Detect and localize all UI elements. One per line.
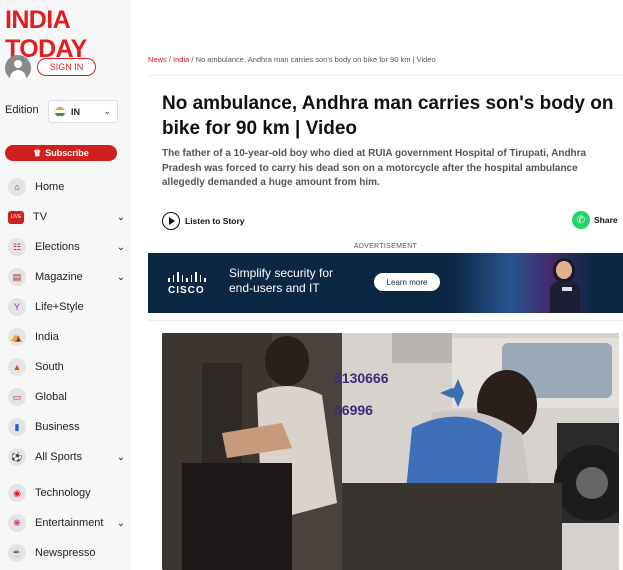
breadcrumb-current: No ambulance, Andhra man carries son's b… <box>195 55 436 64</box>
sidebar-item-tv[interactable]: LIVE TV ⌄ <box>8 207 126 227</box>
chevron-down-icon[interactable]: ⌄ <box>116 452 126 463</box>
sidebar-item-global[interactable]: ▭ Global <box>8 387 126 407</box>
sidebar-item-business[interactable]: ▮ Business <box>8 417 126 437</box>
listen-label: Listen to Story <box>185 216 245 226</box>
van-text-2: 06996 <box>334 402 373 418</box>
live-tv-icon: LIVE <box>8 210 24 224</box>
video-frame: 5130666 06996 CE <box>162 333 619 570</box>
breadcrumb: News / India / No ambulance, Andhra man … <box>148 55 436 64</box>
van-text-1: 5130666 <box>334 370 389 386</box>
breadcrumb-news[interactable]: News <box>148 55 167 64</box>
sidebar-item-newspresso[interactable]: ☕ Newspresso <box>8 543 126 563</box>
edition-label: Edition <box>5 104 39 116</box>
sign-in-button[interactable]: SIGN IN <box>37 58 96 76</box>
learn-more-button[interactable]: Learn more <box>374 273 440 291</box>
sidebar-item-entertainment[interactable]: ❋ Entertainment ⌄ <box>8 513 126 533</box>
edition-select[interactable]: IN ⌄ <box>48 100 118 123</box>
coffee-cup-icon: ☕ <box>8 544 26 562</box>
breadcrumb-separator: / <box>168 55 171 64</box>
whatsapp-icon: ✆ <box>572 211 590 229</box>
temple-icon: ⛺ <box>8 328 26 346</box>
chevron-down-icon[interactable]: ⌄ <box>116 272 126 283</box>
chevron-down-icon[interactable]: ⌄ <box>116 518 126 529</box>
elections-icon: ☷ <box>8 238 26 256</box>
ad-text: Simplify security for end-users and IT <box>229 266 334 295</box>
sidebar-item-lifestyle[interactable]: Y Life+Style <box>8 297 126 317</box>
sidebar-item-label: Business <box>35 421 80 433</box>
india-today-logo[interactable]: INDIA TODAY <box>5 6 131 64</box>
subscribe-button[interactable]: ♛ Subscribe <box>5 145 117 161</box>
share-button[interactable]: ✆ Share <box>572 211 618 229</box>
advertisement-label: ADVERTISEMENT <box>353 243 418 250</box>
sidebar-item-label: India <box>35 331 59 343</box>
play-icon <box>162 212 180 230</box>
edition-value: IN <box>71 106 80 117</box>
advertisement-banner[interactable]: CISCO Simplify security for end-users an… <box>148 253 623 313</box>
video-player[interactable]: 5130666 06996 CE <box>162 333 619 570</box>
breadcrumb-india[interactable]: India <box>173 55 189 64</box>
sidebar-item-technology[interactable]: ◉ Technology <box>8 483 126 503</box>
sidebar-item-label: Technology <box>35 487 91 499</box>
chevron-down-icon[interactable]: ⌄ <box>116 212 126 223</box>
divider <box>148 320 623 321</box>
magazine-icon: ▤ <box>8 268 26 286</box>
sidebar-item-india[interactable]: ⛺ India <box>8 327 126 347</box>
global-icon: ▭ <box>8 388 26 406</box>
sidebar-item-label: TV <box>33 211 48 223</box>
sidebar-item-label: All Sports <box>35 451 83 463</box>
ad-person-image <box>548 255 582 313</box>
sidebar-item-label: South <box>35 361 64 373</box>
chevron-down-icon: ⌄ <box>103 106 111 116</box>
sidebar-item-magazine[interactable]: ▤ Magazine ⌄ <box>8 267 126 287</box>
divider <box>148 75 623 76</box>
entertainment-icon: ❋ <box>8 514 26 532</box>
cisco-logo-icon <box>168 272 206 282</box>
sidebar-item-elections[interactable]: ☷ Elections ⌄ <box>8 237 126 257</box>
listen-to-story-button[interactable]: Listen to Story <box>162 212 245 230</box>
subscribe-label: Subscribe <box>45 148 89 158</box>
sports-icon: ⚽ <box>8 448 26 466</box>
sidebar-item-label: Elections <box>35 241 80 253</box>
article-summary: The father of a 10-year-old boy who died… <box>162 148 587 188</box>
share-label: Share <box>594 215 618 225</box>
cisco-logo: CISCO <box>168 285 205 296</box>
south-icon: ▲ <box>8 358 26 376</box>
technology-icon: ◉ <box>8 484 26 502</box>
business-chart-icon: ▮ <box>8 418 26 436</box>
article-headline: No ambulance, Andhra man carries son's b… <box>162 93 614 139</box>
cocktail-icon: Y <box>8 298 26 316</box>
sidebar-item-label: Home <box>35 181 65 193</box>
user-icon[interactable] <box>5 55 31 81</box>
sidebar-item-home[interactable]: ⌂ Home <box>8 177 126 197</box>
sidebar-item-label: Entertainment <box>35 517 104 529</box>
sidebar-item-label: Newspresso <box>35 547 96 559</box>
sidebar-item-south[interactable]: ▲ South <box>8 357 126 377</box>
india-flag-icon <box>54 105 66 118</box>
home-icon: ⌂ <box>8 178 26 196</box>
sidebar-item-label: Global <box>35 391 67 403</box>
sidebar-item-all-sports[interactable]: ⚽ All Sports ⌄ <box>8 447 126 467</box>
sidebar-item-label: Magazine <box>35 271 83 283</box>
crown-icon: ♛ <box>33 147 42 158</box>
breadcrumb-separator: / <box>191 55 194 64</box>
chevron-down-icon[interactable]: ⌄ <box>116 242 126 253</box>
sidebar: INDIA TODAY SIGN IN Edition IN ⌄ ♛ Subsc… <box>0 0 131 570</box>
sidebar-item-label: Life+Style <box>35 301 84 313</box>
